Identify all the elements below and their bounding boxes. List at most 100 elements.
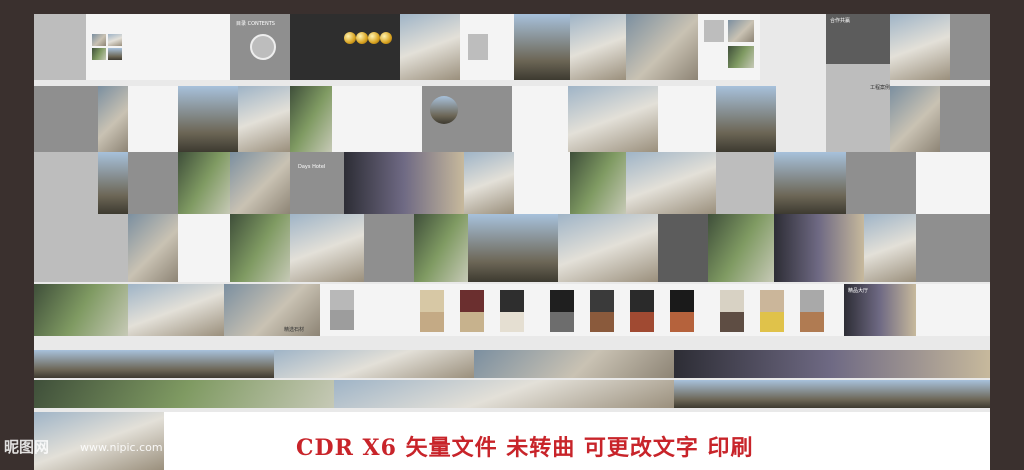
medal-icon (368, 32, 380, 44)
stone-samples-page (320, 284, 844, 336)
stone-swatch (500, 290, 524, 314)
page-r3-10 (570, 152, 626, 214)
page-r2-11 (658, 86, 716, 152)
stone-swatch (420, 312, 444, 332)
page-r3-5 (230, 152, 290, 214)
page-r2-12 (716, 86, 776, 152)
page-r3-3 (128, 152, 178, 214)
page-r4-5 (290, 214, 364, 282)
brochure-sheet: 目录 CONTENTS 合作共赢 工程案例 Days Hotel 精选石材 精品… (34, 14, 990, 412)
intro-page (86, 14, 230, 80)
stone-swatch (550, 312, 574, 332)
page-r2-15 (940, 86, 990, 152)
stone-swatch (420, 290, 444, 314)
thumb-strip (674, 350, 990, 378)
page-r2-2 (98, 86, 128, 152)
page-r3-2 (98, 152, 128, 214)
stone-swatch (590, 312, 614, 332)
stone-swatch (500, 312, 524, 332)
engineering-page: 工程案例 (826, 64, 890, 152)
stone-swatch (630, 290, 654, 314)
watermark-url: www.nipic.com (80, 441, 163, 454)
canvas: 目录 CONTENTS 合作共赢 工程案例 Days Hotel 精选石材 精品… (0, 0, 1024, 470)
stone-swatch (720, 290, 744, 314)
section-label: 合作共赢 (830, 18, 851, 24)
stone-swatch (630, 312, 654, 332)
stone-swatch (760, 290, 784, 314)
cooperation-page: 合作共赢 (826, 14, 890, 64)
footer-text: CDR X6 矢量文件 未转曲 可更改文字 印刷 (296, 435, 754, 461)
page-r4-12 (774, 214, 864, 282)
award-page (290, 14, 400, 80)
logo-page (950, 14, 990, 80)
section-label: 精品大厅 (848, 288, 869, 294)
hills-page (626, 14, 698, 80)
stone-swatch (460, 290, 484, 314)
page-r3-7 (344, 152, 464, 214)
medal-icon (380, 32, 392, 44)
page-r5-6 (916, 284, 990, 336)
thumb-strip (674, 380, 990, 408)
page-r3-13 (774, 152, 846, 214)
page-r3-9 (514, 152, 570, 214)
days-hotel-page: Days Hotel (290, 152, 344, 214)
medal-icon (344, 32, 356, 44)
page-r3-11 (626, 152, 716, 214)
page-r3-4 (178, 152, 230, 214)
page-r4-1 (34, 214, 128, 282)
city-page (514, 14, 570, 80)
watermark-image-id: BY:5S3M3OS Nd:20180112164127378033 (800, 444, 990, 454)
page-r5-2 (128, 284, 224, 336)
page-r4-9 (558, 214, 658, 282)
page-r4-6 (364, 214, 414, 282)
contents-page: 目录 CONTENTS (230, 14, 290, 80)
page-r3-8 (464, 152, 514, 214)
stone-swatch (550, 290, 574, 314)
page-r4-11 (708, 214, 774, 282)
thumb-strip (34, 350, 274, 378)
lobby-page: 精品大厅 (844, 284, 916, 336)
page-r2-5 (238, 86, 290, 152)
building-photo (890, 14, 950, 80)
watermark-site-name: 昵图网 (4, 438, 50, 456)
page-r4-7 (414, 214, 468, 282)
page-r2-7 (332, 86, 422, 152)
stone-swatch (670, 290, 694, 314)
stone-swatch (460, 312, 484, 332)
stone-swatch (720, 312, 744, 332)
page-r3-15 (916, 152, 990, 214)
page-r4-14 (916, 214, 990, 282)
world-map-page (34, 14, 86, 80)
stone-swatch (590, 290, 614, 314)
thumb-strip (34, 380, 334, 408)
contents-label: 目录 CONTENTS (236, 21, 275, 27)
page-r2-8 (422, 86, 512, 152)
page-r4-4 (230, 214, 290, 282)
mountain-page (570, 14, 626, 80)
page-r3-12 (716, 152, 774, 214)
thumb-strip (274, 350, 474, 378)
page-r4-8 (468, 214, 558, 282)
page-r4-3 (178, 214, 230, 282)
stone-selection-page: 精选石材 (224, 284, 320, 336)
page-r5-1 (34, 284, 128, 336)
page-r3-1 (34, 152, 98, 214)
stone-swatch (800, 312, 824, 332)
page-r2-9 (512, 86, 568, 152)
page-r2-10 (568, 86, 658, 152)
page-r2-14 (890, 86, 940, 152)
stone-page (698, 14, 760, 80)
page-r4-2 (128, 214, 178, 282)
section-label: 精选石材 (284, 327, 305, 333)
section-label: 工程案例 (870, 85, 891, 91)
page-r4-10 (658, 214, 708, 282)
page-r4-13 (864, 214, 916, 282)
days-hotel-label: Days Hotel (298, 164, 326, 170)
thumb-strip (334, 380, 674, 408)
page-r2-4 (178, 86, 238, 152)
stone-swatch (330, 310, 354, 330)
eagle-page (400, 14, 460, 80)
page-r2-1 (34, 86, 98, 152)
page-r2-3 (128, 86, 178, 152)
thumb-strip (474, 350, 674, 378)
